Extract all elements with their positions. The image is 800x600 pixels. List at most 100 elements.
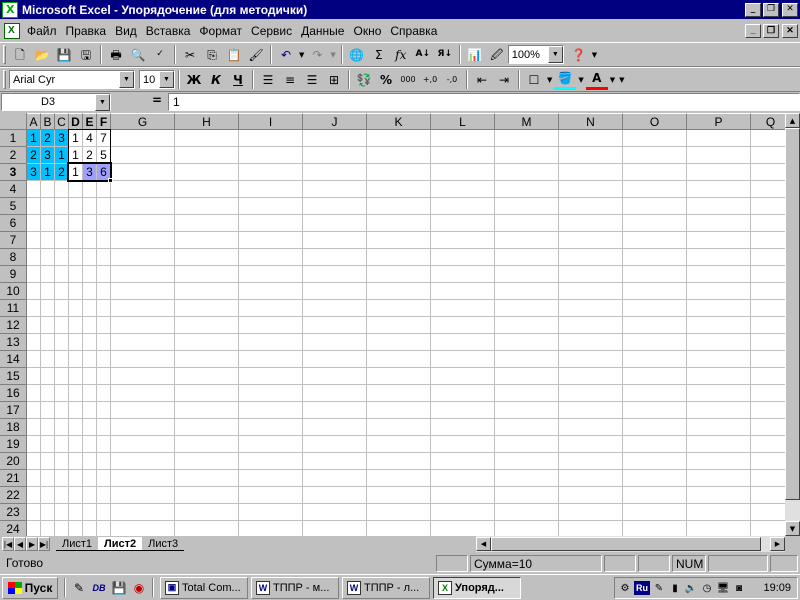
name-box[interactable]: D3 ▼ [1,93,111,111]
increase-decimal-icon[interactable]: +,0 [419,69,441,90]
align-left-icon[interactable]: ☰ [257,69,279,90]
help-icon[interactable]: ❓ [568,44,590,65]
align-right-icon[interactable]: ☰ [301,69,323,90]
cell-D3[interactable]: 1 [69,164,82,180]
column-header-K[interactable]: K [367,113,431,130]
column-header-H[interactable]: H [175,113,239,130]
fill-handle[interactable] [108,178,113,183]
formula-input[interactable]: 1 [168,93,800,111]
row-header-18[interactable]: 18 [0,419,27,436]
next-sheet-icon[interactable]: ▶ [26,537,38,551]
tray-display-icon[interactable]: 🖥 [716,578,730,598]
row-header-8[interactable]: 8 [0,249,27,266]
row-header-21[interactable]: 21 [0,470,27,487]
row-header-3[interactable]: 3 [0,164,27,181]
cell-F2[interactable]: 5 [97,147,110,163]
row-header-5[interactable]: 5 [0,198,27,215]
tray-language-icon[interactable]: Ru [634,581,650,595]
cell-E2[interactable]: 2 [83,147,96,163]
row-header-14[interactable]: 14 [0,351,27,368]
prev-sheet-icon[interactable]: ◀ [14,537,26,551]
row-header-10[interactable]: 10 [0,283,27,300]
cell-B3[interactable]: 1 [41,164,54,180]
percent-button[interactable]: % [375,69,397,90]
scroll-left-icon[interactable]: ◀ [476,537,491,551]
quicklaunch-db-icon[interactable]: DB [89,578,109,598]
row-header-19[interactable]: 19 [0,436,27,453]
tray-tool-icon[interactable]: ✎ [652,578,666,598]
cell-D1[interactable]: 1 [69,130,82,146]
row-header-7[interactable]: 7 [0,232,27,249]
menu-help[interactable]: Справка [387,24,443,38]
font-name-select[interactable]: Arial Cyr ▼ [9,70,135,89]
redo-icon[interactable]: ↷ [306,44,328,65]
scroll-up-icon[interactable]: ▲ [785,113,800,128]
row-header-12[interactable]: 12 [0,317,27,334]
menu-window[interactable]: Окно [350,24,387,38]
menu-data[interactable]: Данные [298,24,350,38]
font-color-dropdown-icon[interactable]: ▼ [610,76,615,84]
cell-C2[interactable]: 1 [55,147,68,163]
toolbar-grip[interactable] [3,45,6,64]
bold-button[interactable]: Ж [183,69,205,90]
row-header-20[interactable]: 20 [0,453,27,470]
row-header-4[interactable]: 4 [0,181,27,198]
menu-insert[interactable]: Вставка [143,24,197,38]
font-size-dropdown-icon[interactable]: ▼ [159,71,174,88]
spelling-icon[interactable]: ✓ [149,44,171,65]
column-header-J[interactable]: J [303,113,367,130]
doc-restore-button[interactable]: ❐ [763,23,779,38]
task-total-commander[interactable]: ▣ Total Com... [160,576,248,599]
drawing-icon[interactable]: 🖉 [486,44,508,65]
cell-E1[interactable]: 4 [83,130,96,146]
doc-close-button[interactable]: ✕ [782,23,798,38]
row-header-16[interactable]: 16 [0,385,27,402]
doc-minimize-button[interactable]: _ [745,23,761,38]
cell-A1[interactable]: 1 [27,130,40,146]
font-dropdown-icon[interactable]: ▼ [119,71,134,88]
horizontal-scrollbar[interactable]: ◀ ▶ [476,536,785,552]
cell-A3[interactable]: 3 [27,164,40,180]
column-header-Q[interactable]: Q [751,113,785,130]
cell-A2[interactable]: 2 [27,147,40,163]
row-header-6[interactable]: 6 [0,215,27,232]
toolbar-options-icon[interactable]: ▼ [592,51,597,59]
row-header-22[interactable]: 22 [0,487,27,504]
cell-F1[interactable]: 7 [97,130,110,146]
scroll-down-icon[interactable]: ▼ [785,521,800,536]
cut-icon[interactable]: ✂ [179,44,201,65]
sheet-tab-1[interactable]: Лист1 [56,537,99,551]
undo-icon[interactable]: ↶ [275,44,297,65]
row-header-2[interactable]: 2 [0,147,27,164]
tray-volume-icon[interactable]: 🔈 [684,578,698,598]
select-all-corner[interactable] [0,113,27,130]
column-header-L[interactable]: L [431,113,495,130]
sheet-tab-3[interactable]: Лист3 [142,537,185,551]
column-header-O[interactable]: O [623,113,687,130]
cell-B2[interactable]: 3 [41,147,54,163]
column-header-G[interactable]: G [111,113,175,130]
cell-C1[interactable]: 3 [55,130,68,146]
formula-equals[interactable]: = [152,93,162,107]
menu-format[interactable]: Формат [196,24,248,38]
column-header-N[interactable]: N [559,113,623,130]
row-header-23[interactable]: 23 [0,504,27,521]
print-preview-icon[interactable]: 🔍 [127,44,149,65]
tray-network-icon[interactable]: ⚙ [618,578,632,598]
column-header-D[interactable]: D [69,113,83,130]
borders-dropdown-icon[interactable]: ▼ [547,76,552,84]
new-document-icon[interactable]: 🗋 [9,44,31,65]
copy-icon[interactable]: ⎘ [201,44,223,65]
worksheet-grid[interactable]: A B C D E F G H I J K L M N O P Q 1 2 3 4 5 6 7 8 9 10 11 12 13 14 15 16… [0,113,785,536]
minimize-button[interactable]: _ [745,2,761,17]
task-word-doc-1[interactable]: W ТППР - м... [251,576,339,599]
row-header-1[interactable]: 1 [0,130,27,147]
currency-icon[interactable]: 💱 [353,69,375,90]
row-header-24[interactable]: 24 [0,521,27,536]
web-toolbar-icon[interactable]: 🌐 [346,44,368,65]
column-header-P[interactable]: P [687,113,751,130]
column-header-F[interactable]: F [97,113,111,130]
quicklaunch-browser-icon[interactable]: ◉ [129,578,149,598]
restore-button[interactable]: ❐ [763,2,779,17]
menu-edit[interactable]: Правка [63,24,113,38]
